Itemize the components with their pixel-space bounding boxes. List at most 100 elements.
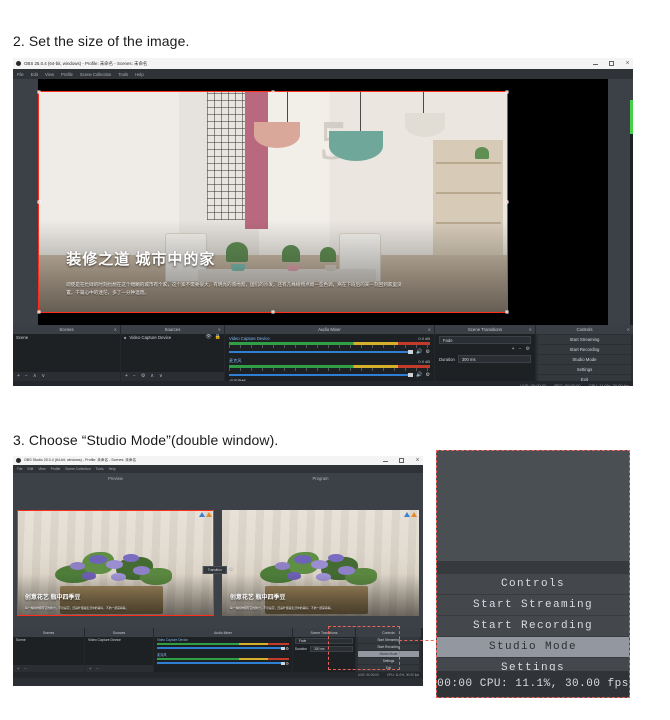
menu-tools[interactable]: Tools (96, 467, 104, 471)
scenes-toolbar[interactable]: + − (13, 665, 84, 672)
close-icon[interactable]: ✕ (627, 327, 630, 332)
list-item[interactable]: ■ Video Capture Device 👁 🔒 (121, 334, 224, 341)
volume-fader[interactable]: 🔊 ⚙ (229, 372, 430, 378)
source-properties-icon[interactable]: ⚙ (141, 374, 145, 379)
transition-buttons[interactable]: + − ⚙ (435, 346, 535, 353)
program-canvas-right[interactable]: 创意花艺 瓶中四季豆 每一株植物都有它的魅力，不论是花，还是叶都是生活中的美好，… (220, 482, 421, 626)
maximize-icon[interactable] (608, 60, 615, 67)
mute-icon[interactable]: 🔊 (416, 349, 422, 355)
sources-list[interactable]: ■ Video Capture Device 👁 🔒 (121, 334, 224, 372)
window-controls[interactable]: × (382, 456, 421, 465)
transition-control[interactable]: Transition ⚙ (202, 566, 233, 574)
scenes-toolbar[interactable]: + − ∧ ∨ (13, 372, 120, 381)
exit-button[interactable]: Exit (538, 375, 631, 381)
menu-scene-collection[interactable]: Scene Collection (65, 467, 90, 471)
move-down-icon[interactable]: ∨ (159, 374, 163, 379)
transition-select[interactable]: Fade (439, 336, 531, 344)
add-transition-icon[interactable]: + (512, 347, 515, 352)
preview-canvas[interactable]: 5 (13, 79, 633, 325)
menu-file[interactable]: File (17, 467, 22, 471)
duration-input[interactable]: 300 ms (457, 355, 531, 363)
menu-view[interactable]: View (38, 467, 45, 471)
volume-fader[interactable]: ⚙ (157, 661, 289, 666)
move-down-icon[interactable]: ∨ (42, 374, 46, 379)
gear-icon[interactable]: ⚙ (526, 347, 530, 352)
preview-canvas-left[interactable]: 创意花艺 瓶中四季豆 每一株植物都有它的魅力，不论是花，还是叶都是生活中的美好，… (15, 482, 216, 626)
menu-edit[interactable]: Edit (31, 72, 38, 77)
close-icon[interactable]: ✕ (529, 327, 532, 332)
lock-icon[interactable]: 🔒 (215, 335, 221, 340)
menu-file[interactable]: File (17, 72, 24, 77)
studio-mode-button[interactable]: Studio Mode (538, 355, 631, 364)
fader-knob[interactable] (408, 350, 414, 354)
gear-icon[interactable]: ⚙ (285, 661, 289, 666)
remove-transition-icon[interactable]: − (519, 347, 522, 352)
volume-fader[interactable]: ⚙ (157, 646, 289, 651)
add-source-icon[interactable]: + (89, 666, 91, 671)
minimize-icon[interactable] (382, 457, 389, 464)
scenes-list[interactable]: Scene (13, 334, 120, 372)
menu-view[interactable]: View (45, 72, 54, 77)
maximize-icon[interactable] (398, 457, 405, 464)
gear-icon[interactable]: ⚙ (426, 372, 430, 378)
sources-toolbar[interactable]: + − ⚙ ∧ ∨ (121, 372, 224, 381)
menu-profile[interactable]: Profile (61, 72, 73, 77)
add-scene-icon[interactable]: + (17, 666, 19, 671)
gear-icon[interactable]: ⚙ (229, 567, 233, 573)
menu-bar[interactable]: File Edit View Profile Scene Collection … (13, 69, 633, 79)
audio-mixer-body[interactable]: Video Capture Device 0.0 dB 🔊 ⚙ 麦克风 0.0 … (225, 334, 434, 381)
window-controls[interactable]: × (592, 58, 631, 69)
menu-help[interactable]: Help (109, 467, 116, 471)
settings-button[interactable]: Settings (538, 365, 631, 374)
add-scene-icon[interactable]: + (17, 374, 20, 379)
list-item[interactable]: Scene (13, 334, 120, 341)
callout-start-recording-button[interactable]: Start Recording (437, 616, 629, 637)
menu-scene-collection[interactable]: Scene Collection (80, 72, 111, 77)
menu-bar[interactable]: File Edit View Profile Scene Collection … (13, 465, 423, 473)
transition-button[interactable]: Transition (202, 566, 227, 574)
transitions-body[interactable]: Fade + − ⚙ Duration 300 ms (435, 334, 535, 381)
sources-list[interactable]: Video Capture Device (85, 637, 153, 665)
close-icon[interactable]: ✕ (218, 327, 221, 332)
remove-source-icon[interactable]: − (96, 666, 98, 671)
list-item[interactable]: Video Capture Device (85, 637, 153, 643)
start-recording-button[interactable]: Start Recording (538, 345, 631, 354)
menu-help[interactable]: Help (135, 72, 144, 77)
audio-track[interactable]: Video Capture Device 0.0 dB 🔊 ⚙ (225, 334, 434, 356)
volume-fader[interactable]: 🔊 ⚙ (229, 349, 430, 355)
transition-select-row[interactable]: Fade (435, 334, 535, 346)
menu-edit[interactable]: Edit (27, 467, 33, 471)
start-streaming-button[interactable]: Start Streaming (538, 335, 631, 344)
remove-scene-icon[interactable]: − (24, 666, 26, 671)
remove-source-icon[interactable]: − (133, 374, 136, 379)
callout-start-streaming-button[interactable]: Start Streaming (437, 595, 629, 616)
scenes-list[interactable]: Scene (13, 637, 84, 665)
sources-toolbar[interactable]: + − (85, 665, 153, 672)
remove-scene-icon[interactable]: − (25, 374, 28, 379)
audio-track[interactable]: 麦克风 ⚙ (154, 651, 292, 666)
scene-source-image[interactable]: 5 (38, 91, 508, 313)
audio-track[interactable]: 麦克风 0.0 dB 🔊 ⚙ (225, 356, 434, 379)
move-up-icon[interactable]: ∧ (33, 374, 37, 379)
list-item[interactable]: Scene (13, 637, 84, 643)
menu-tools[interactable]: Tools (118, 72, 128, 77)
gear-icon[interactable]: ⚙ (285, 646, 289, 651)
close-icon[interactable]: ✕ (114, 327, 117, 332)
eye-icon[interactable]: 👁 (205, 335, 211, 340)
audio-track[interactable]: 桌面音频 0.0 dB (225, 379, 434, 381)
add-source-icon[interactable]: + (125, 374, 128, 379)
fader-knob[interactable] (408, 373, 414, 377)
move-up-icon[interactable]: ∧ (150, 374, 154, 379)
callout-studio-mode-button[interactable]: Studio Mode (437, 637, 629, 658)
gear-icon[interactable]: ⚙ (426, 349, 430, 355)
transition-duration-row[interactable]: Duration 300 ms (435, 353, 535, 365)
minimize-icon[interactable] (592, 60, 599, 67)
close-icon[interactable]: × (414, 457, 421, 464)
controls-body[interactable]: Start Streaming Start Recording Studio M… (536, 334, 633, 381)
mute-icon[interactable]: 🔊 (416, 372, 422, 378)
audio-track[interactable]: Video Capture Device ⚙ (154, 637, 292, 651)
audio-mixer-body[interactable]: Video Capture Device ⚙ 麦克风 ⚙ (154, 637, 292, 672)
close-icon[interactable]: × (624, 60, 631, 67)
menu-profile[interactable]: Profile (51, 467, 61, 471)
flower-source-image[interactable]: 创意花艺 瓶中四季豆 每一株植物都有它的魅力，不论是花，还是叶都是生活中的美好，… (17, 510, 214, 616)
